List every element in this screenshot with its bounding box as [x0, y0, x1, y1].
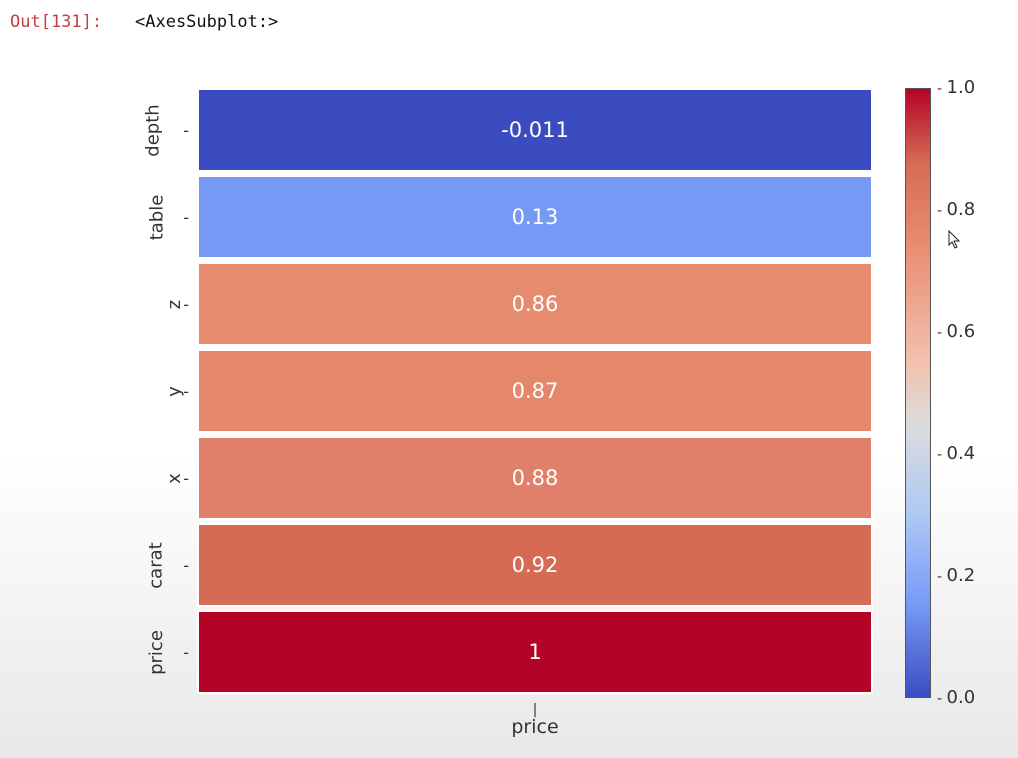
- x-axis-label: | price: [197, 706, 873, 738]
- heatmap-cell: 0.13: [197, 175, 873, 259]
- y-tick: x-: [131, 436, 189, 520]
- heatmap-cell: 1: [197, 610, 873, 694]
- heatmap-cell: 0.88: [197, 436, 873, 520]
- y-tick: y-: [131, 349, 189, 433]
- colorbar-tick: - 0.6: [937, 321, 997, 342]
- colorbar-tick: - 0.8: [937, 199, 997, 220]
- y-tick: z-: [131, 262, 189, 346]
- plot-area: -0.0110.130.860.870.880.921 | price dept…: [135, 80, 1005, 730]
- y-tick: price-: [131, 610, 189, 694]
- y-tick-label: price: [146, 630, 167, 675]
- heatmap-cell: -0.011: [197, 88, 873, 172]
- y-tick-label: x: [163, 473, 184, 484]
- y-tick: table-: [131, 175, 189, 259]
- colorbar: [905, 88, 931, 698]
- y-tick-label: y: [163, 386, 184, 397]
- colorbar-tick: - 0.4: [937, 443, 997, 464]
- heatmap: -0.0110.130.860.870.880.921: [197, 88, 873, 698]
- y-tick: depth-: [131, 88, 189, 172]
- y-tick-label: table: [146, 194, 167, 240]
- y-tick: carat-: [131, 523, 189, 607]
- x-tick-label: price: [511, 716, 558, 738]
- cursor-icon: [947, 230, 963, 255]
- output-prompt: Out[131]:: [10, 12, 102, 32]
- y-tick-label: depth: [143, 104, 164, 156]
- y-tick-label: z: [164, 299, 185, 308]
- heatmap-cell: 0.87: [197, 349, 873, 433]
- colorbar-tick: - 0.0: [937, 687, 997, 708]
- heatmap-cell: 0.92: [197, 523, 873, 607]
- colorbar-tick: - 1.0: [937, 77, 997, 98]
- heatmap-cell: 0.86: [197, 262, 873, 346]
- y-tick-label: carat: [146, 542, 167, 588]
- colorbar-tick: - 0.2: [937, 565, 997, 586]
- output-repr: <AxesSubplot:>: [135, 12, 278, 32]
